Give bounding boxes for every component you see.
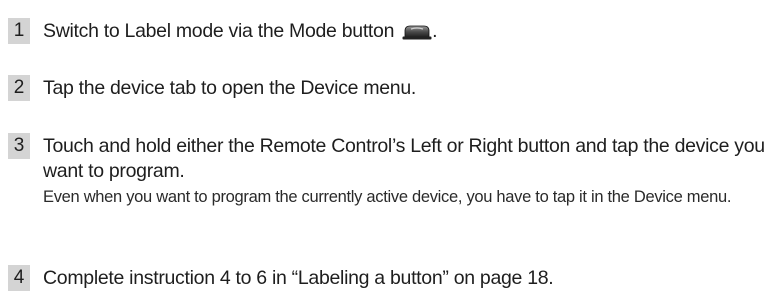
step-text-body: Switch to Label mode via the Mode button (43, 20, 395, 42)
step-text: Touch and hold either the Remote Control… (43, 135, 765, 182)
step-1: 1 Switch to Label mode via the Mode butt… (8, 18, 765, 44)
step-text: Tap the device tab to open the Device me… (43, 77, 417, 99)
step-3: 3 Touch and hold either the Remote Contr… (8, 133, 765, 209)
step-number-badge: 4 (8, 265, 30, 291)
step-text: Switch to Label mode via the Mode button… (43, 18, 765, 44)
step-content: Touch and hold either the Remote Control… (43, 133, 765, 209)
step-number-badge: 2 (8, 75, 30, 101)
mode-button-icon (402, 22, 432, 40)
step-text-trailing: . (432, 20, 438, 42)
step-text: Complete instruction 4 to 6 in “Labeling… (43, 267, 554, 289)
step-note: Even when you want to program the curren… (43, 188, 732, 206)
step-number-badge: 3 (8, 133, 30, 159)
step-content: Tap the device tab to open the Device me… (43, 75, 765, 101)
step-content: Switch to Label mode via the Mode button… (43, 18, 765, 44)
step-4: 4 Complete instruction 4 to 6 in “Labeli… (8, 265, 765, 291)
step-content: Complete instruction 4 to 6 in “Labeling… (43, 265, 765, 291)
step-2: 2 Tap the device tab to open the Device … (8, 75, 765, 101)
step-number-badge: 1 (8, 18, 30, 44)
